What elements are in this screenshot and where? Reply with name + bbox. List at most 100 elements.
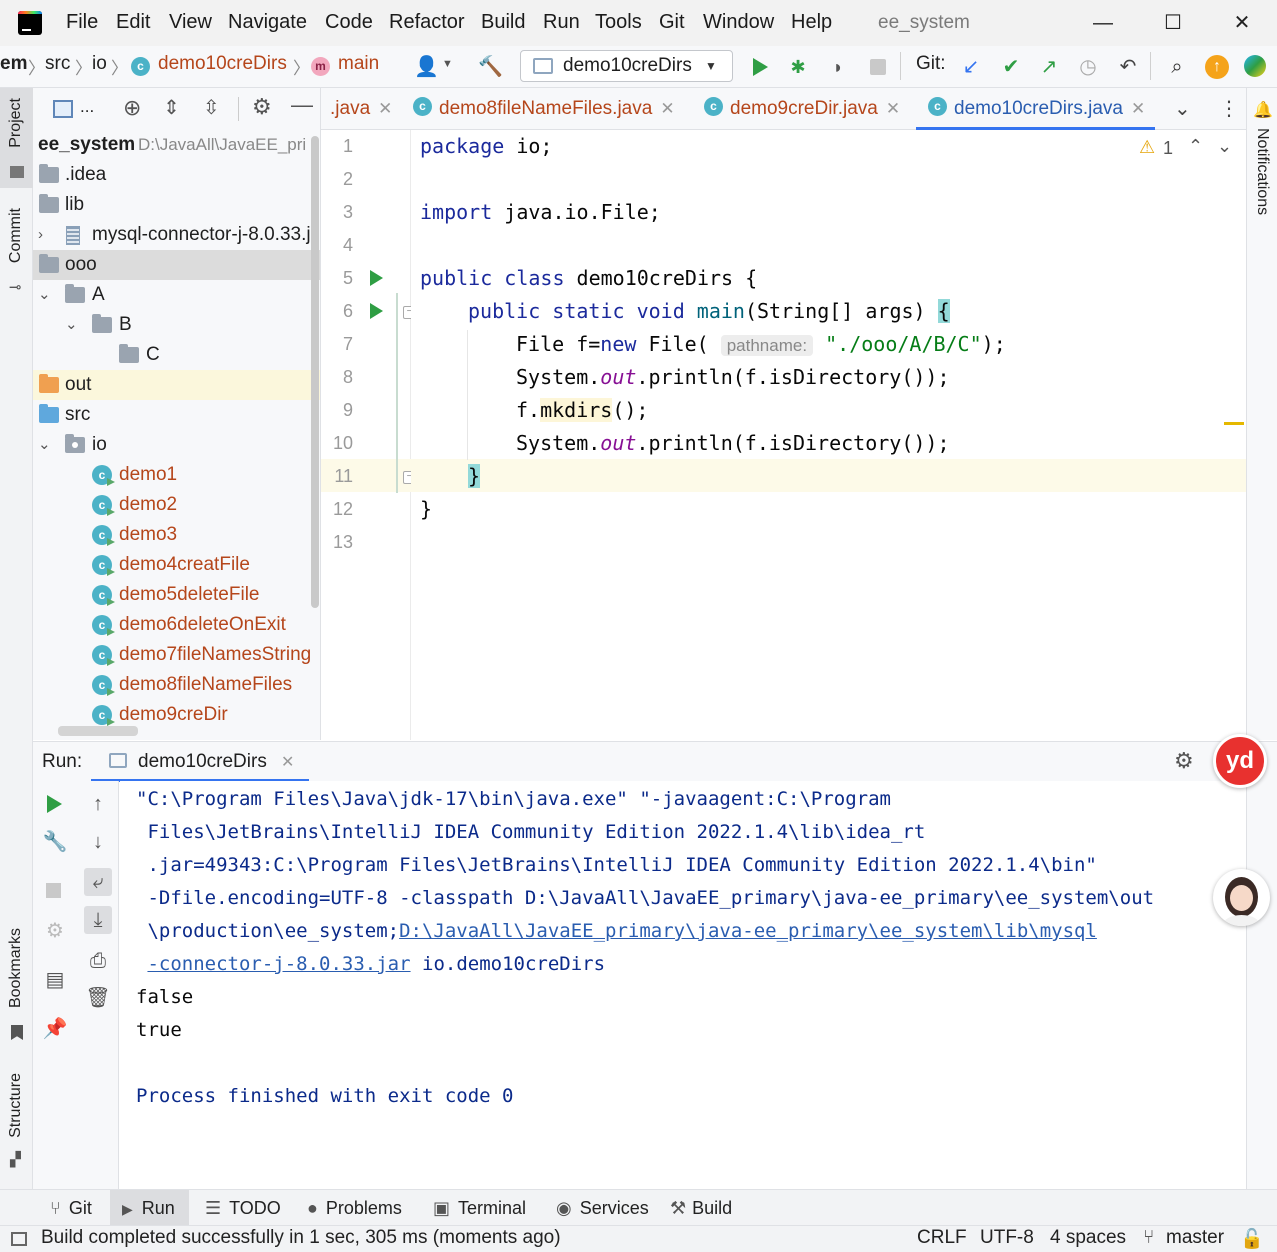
breadcrumb-io[interactable]: io — [92, 53, 107, 75]
tree-item-lib[interactable]: lib — [33, 190, 320, 220]
debug-bug-icon[interactable]: ✱ — [787, 56, 809, 78]
tree-item-io[interactable]: ⌄ io — [33, 430, 320, 460]
wrench-icon[interactable]: 🔧 — [41, 828, 69, 856]
expand-all-icon[interactable]: ⇕ — [163, 95, 180, 120]
close-tab-icon[interactable]: ✕ — [281, 752, 294, 772]
collapse-all-icon[interactable]: ⇳ — [203, 95, 220, 120]
run-configuration-select[interactable]: demo10creDirs ▼ — [520, 50, 733, 82]
breadcrumb-project[interactable]: em — [0, 53, 27, 75]
search-icon[interactable]: ⌕ — [1166, 56, 1188, 78]
close-tab-icon[interactable]: ✕ — [660, 99, 674, 118]
project-view-icon[interactable] — [53, 100, 73, 118]
run-tab[interactable]: demo10creDirs ✕ — [91, 742, 309, 782]
toggle-tool-windows-icon[interactable] — [11, 1232, 27, 1246]
tool-git[interactable]: ⑂ Git — [44, 1190, 98, 1226]
build-hammer-icon[interactable]: 🔨 — [478, 56, 503, 78]
minimize-button[interactable]: — — [1075, 4, 1131, 42]
tree-item-a[interactable]: ⌄ A — [33, 280, 320, 310]
more-options-icon[interactable]: ⋮ — [1219, 96, 1239, 121]
breadcrumb-src[interactable]: src — [45, 53, 70, 75]
warning-count[interactable]: 1 — [1163, 138, 1173, 159]
scroll-to-end-icon[interactable]: ⤓ — [84, 906, 112, 934]
status-message[interactable]: Build completed successfully in 1 sec, 3… — [41, 1227, 561, 1249]
rerun-icon[interactable] — [47, 795, 62, 813]
scroll-up-icon[interactable]: ↑ — [84, 790, 112, 818]
close-window-button[interactable]: ✕ — [1214, 4, 1270, 42]
tool-todo[interactable]: ☰ TODO — [205, 1190, 281, 1226]
structure-tool-button[interactable]: Structure ▞ — [0, 1073, 33, 1173]
breadcrumb-class[interactable]: demo10creDirs — [158, 53, 287, 75]
tool-problems[interactable]: ● Problems — [307, 1190, 402, 1226]
git-history-icon[interactable]: ◷ — [1077, 56, 1099, 78]
tree-item-demo7[interactable]: c demo7fileNamesString — [33, 640, 320, 670]
tree-item-ooo[interactable]: ooo — [33, 250, 320, 280]
project-tool-button[interactable]: Project — [0, 88, 33, 188]
stop-icon[interactable] — [46, 883, 61, 898]
git-push-icon[interactable]: ↗ — [1038, 56, 1060, 78]
menu-edit[interactable]: Edit — [116, 11, 150, 34]
menu-code[interactable]: Code — [325, 11, 373, 34]
tool-build[interactable]: ⚒ Build — [670, 1190, 732, 1226]
vertical-scrollbar[interactable] — [311, 136, 319, 608]
git-rollback-icon[interactable]: ↶ — [1117, 56, 1139, 78]
chevron-down-icon[interactable]: ⌄ — [65, 310, 78, 340]
close-tab-icon[interactable]: ✕ — [1131, 99, 1145, 118]
run-icon[interactable] — [753, 58, 768, 76]
tree-item-demo6[interactable]: c demo6deleteOnExit — [33, 610, 320, 640]
tree-root[interactable]: ee_system D:\JavaAll\JavaEE_pri — [33, 130, 320, 160]
scroll-down-icon[interactable]: ↓ — [84, 828, 112, 856]
line-separator[interactable]: CRLF — [917, 1227, 967, 1249]
indent-setting[interactable]: 4 spaces — [1050, 1227, 1126, 1249]
update-icon[interactable]: ↑ — [1205, 55, 1229, 79]
notifications-tool-label[interactable]: Notifications — [1253, 128, 1271, 215]
pin-icon[interactable]: 📌 — [41, 1015, 69, 1043]
classpath-link[interactable]: D:\JavaAll\JavaEE_primary\java-ee_primar… — [399, 920, 1097, 942]
tree-item-idea[interactable]: .idea — [33, 160, 320, 190]
classpath-link[interactable]: -connector-j-8.0.33.jar — [147, 953, 410, 975]
run-class-icon[interactable] — [370, 270, 383, 286]
menu-navigate[interactable]: Navigate — [228, 11, 307, 34]
tree-item-demo8[interactable]: c demo8fileNameFiles — [33, 670, 320, 700]
soft-wrap-icon[interactable]: ⤶ — [84, 868, 112, 896]
tree-item-demo3[interactable]: c demo3 — [33, 520, 320, 550]
warning-icon[interactable]: ⚠ — [1139, 137, 1155, 158]
console-output[interactable]: "C:\Program Files\Java\jdk-17\bin\java.e… — [120, 781, 1246, 1189]
tree-item-c[interactable]: C — [33, 340, 320, 370]
git-branch[interactable]: master — [1166, 1227, 1224, 1249]
close-tab-icon[interactable]: ✕ — [378, 99, 392, 118]
print-icon[interactable]: ⎙ — [84, 947, 112, 975]
jetbrains-toolbox-icon[interactable] — [1244, 55, 1266, 77]
tree-item-out[interactable]: out — [33, 370, 320, 400]
tool-services[interactable]: ◉ Services — [556, 1190, 649, 1226]
close-tab-icon[interactable]: ✕ — [886, 99, 900, 118]
youdao-badge[interactable]: yd — [1213, 734, 1267, 788]
lock-icon[interactable]: 🔓 — [1240, 1227, 1264, 1251]
tree-item-demo4[interactable]: c demo4creatFile — [33, 550, 320, 580]
next-highlight-icon[interactable]: ⌄ — [1217, 136, 1232, 157]
run-main-icon[interactable] — [370, 303, 383, 319]
chevron-down-icon[interactable]: ▼ — [442, 58, 453, 70]
hide-panel-icon[interactable]: — — [291, 92, 313, 118]
breadcrumb-method[interactable]: main — [338, 53, 379, 75]
tree-item-demo1[interactable]: c demo1 — [33, 460, 320, 490]
assistant-avatar[interactable] — [1213, 869, 1270, 926]
menu-tools[interactable]: Tools — [595, 11, 642, 34]
commit-tool-button[interactable]: Commit ⊸ — [0, 203, 33, 298]
menu-refactor[interactable]: Refactor — [389, 11, 465, 34]
notifications-bell-icon[interactable]: 🔔 — [1253, 100, 1273, 120]
menu-build[interactable]: Build — [481, 11, 525, 34]
stop-icon[interactable] — [870, 59, 886, 75]
gear-icon[interactable]: ⚙ — [252, 94, 272, 120]
editor-tab[interactable]: .java ✕ — [330, 88, 392, 130]
tree-item-b[interactable]: ⌄ B — [33, 310, 320, 340]
menu-run[interactable]: Run — [543, 11, 580, 34]
tool-terminal[interactable]: ▣ Terminal — [433, 1190, 526, 1226]
user-icon[interactable]: 👤 — [414, 56, 439, 78]
locate-file-icon[interactable]: ⊕ — [123, 95, 141, 121]
layout-icon[interactable]: ▤ — [41, 966, 69, 994]
file-encoding[interactable]: UTF-8 — [980, 1227, 1034, 1249]
warning-stripe-marker[interactable] — [1224, 422, 1244, 425]
chevron-right-icon[interactable]: › — [38, 220, 43, 250]
chevron-down-icon[interactable]: ⌄ — [1174, 96, 1191, 121]
tree-item-mysql-jar[interactable]: › mysql-connector-j-8.0.33.j — [33, 220, 320, 250]
